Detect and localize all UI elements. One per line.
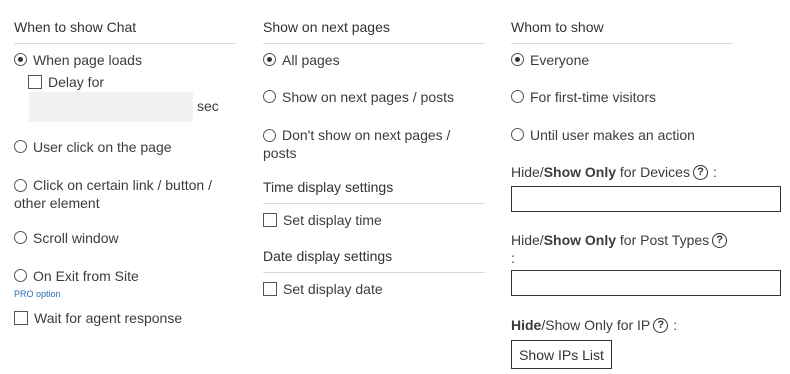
devices-text: for Devices <box>616 164 690 180</box>
radio-icon[interactable] <box>263 90 276 103</box>
divider <box>14 43 236 44</box>
radio-label: When page loads <box>33 52 142 68</box>
radio-icon[interactable] <box>511 128 524 141</box>
help-icon[interactable]: ? <box>653 317 669 333</box>
radio-when-page-loads[interactable]: When page loads <box>14 51 142 69</box>
post-types-colon: : <box>511 249 515 267</box>
radio-icon[interactable] <box>511 90 524 103</box>
colon-text: : <box>712 164 717 180</box>
pro-option-note[interactable]: PRO option <box>14 289 61 299</box>
radio-label: User click on the page <box>33 139 172 155</box>
ip-label-text: Hide/Show Only for IP <box>511 316 650 334</box>
checkbox-icon[interactable] <box>263 282 277 296</box>
colon-text: : <box>673 317 678 333</box>
colon-text: : <box>511 250 515 266</box>
radio-label-text: Click on certain link / button / other e… <box>14 177 212 211</box>
checkbox-label: Set display date <box>283 281 383 297</box>
checkbox-label: Wait for agent response <box>34 310 183 326</box>
show-only-text: Show Only <box>543 232 617 248</box>
ip-label: Hide/Show Only for IP ? : <box>511 316 677 334</box>
checkbox-icon[interactable] <box>28 75 42 89</box>
date-display-heading: Date display settings <box>263 248 393 264</box>
radio-checked-icon[interactable] <box>263 53 276 66</box>
radio-label: Until user makes an action <box>530 127 695 143</box>
show-only-text: Show Only <box>543 164 617 180</box>
checkbox-label: Set display time <box>283 212 382 228</box>
radio-label: On Exit from Site <box>33 268 139 284</box>
post-types-input[interactable] <box>511 270 781 296</box>
time-display-heading: Time display settings <box>263 179 394 195</box>
post-types-label-text: Hide/Show Only for Post Types <box>511 231 709 249</box>
wait-agent-checkbox[interactable]: Wait for agent response <box>14 309 182 327</box>
radio-everyone[interactable]: Everyone <box>511 51 589 69</box>
delay-seconds-input[interactable] <box>29 92 193 122</box>
help-icon[interactable]: ? <box>692 164 708 180</box>
radio-user-click[interactable]: User click on the page <box>14 138 172 156</box>
checkbox-label: Delay for <box>48 74 105 90</box>
radio-checked-icon[interactable] <box>14 53 27 66</box>
radio-label: Don't show on next pages / posts <box>263 126 468 162</box>
radio-label: Scroll window <box>33 230 119 246</box>
radio-icon[interactable] <box>263 129 276 142</box>
radio-on-exit[interactable]: On Exit from Site <box>14 267 139 285</box>
radio-label: Everyone <box>530 52 590 68</box>
radio-label: All pages <box>282 52 340 68</box>
set-display-time-checkbox[interactable]: Set display time <box>263 211 382 229</box>
delay-checkbox[interactable]: Delay for <box>28 73 104 91</box>
radio-checked-icon[interactable] <box>511 53 524 66</box>
radio-all-pages[interactable]: All pages <box>263 51 340 69</box>
radio-label: Click on certain link / button / other e… <box>14 176 236 212</box>
radio-first-time-visitors[interactable]: For first-time visitors <box>511 88 656 106</box>
post-types-label: Hide/Show Only for Post Types ? <box>511 231 728 249</box>
checkbox-icon[interactable] <box>263 213 277 227</box>
show-on-next-pages-heading: Show on next pages <box>263 19 390 35</box>
radio-show-next-pages[interactable]: Show on next pages / posts <box>263 88 454 106</box>
radio-click-link[interactable]: Click on certain link / button / other e… <box>14 176 236 212</box>
devices-input[interactable] <box>511 186 781 212</box>
when-to-show-heading: When to show Chat <box>14 19 137 35</box>
show-ips-list-button[interactable]: Show IPs List <box>511 340 612 369</box>
radio-icon[interactable] <box>14 269 27 282</box>
radio-icon[interactable] <box>14 140 27 153</box>
radio-icon[interactable] <box>14 231 27 244</box>
help-icon[interactable]: ? <box>712 232 728 248</box>
hide-text: Hide <box>511 317 542 333</box>
whom-to-show-heading: Whom to show <box>511 19 604 35</box>
sec-label: sec <box>197 97 219 115</box>
radio-label: For first-time visitors <box>530 89 656 105</box>
radio-icon[interactable] <box>14 179 27 192</box>
radio-scroll-window[interactable]: Scroll window <box>14 229 119 247</box>
hide-text: Hide/ <box>511 232 544 248</box>
post-types-text: for Post Types <box>616 232 710 248</box>
divider <box>263 272 485 273</box>
divider <box>263 43 485 44</box>
checkbox-icon[interactable] <box>14 311 28 325</box>
radio-label-text: Don't show on next pages / posts <box>263 127 451 161</box>
divider <box>511 43 733 44</box>
set-display-date-checkbox[interactable]: Set display date <box>263 280 383 298</box>
sec-text: sec <box>197 98 219 114</box>
divider <box>263 203 485 204</box>
radio-dont-show-next[interactable]: Don't show on next pages / posts <box>263 126 468 162</box>
ip-text: /Show Only for IP <box>541 317 651 333</box>
radio-until-action[interactable]: Until user makes an action <box>511 126 695 144</box>
radio-label: Show on next pages / posts <box>282 89 454 105</box>
devices-label-text: Hide/Show Only for Devices <box>511 163 690 181</box>
devices-label: Hide/Show Only for Devices ? : <box>511 163 717 181</box>
hide-text: Hide/ <box>511 164 544 180</box>
